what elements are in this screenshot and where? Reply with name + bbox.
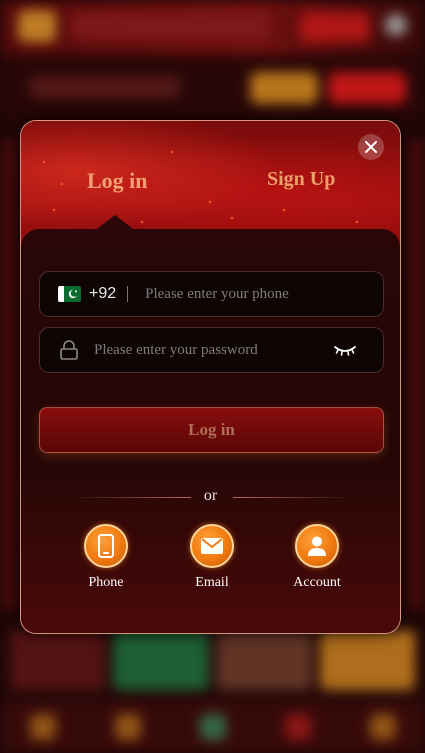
phone-input[interactable] [145,285,366,303]
or-text: or [203,487,218,504]
active-tab-indicator [97,215,133,229]
close-icon [365,141,377,153]
field-divider [127,286,129,302]
login-with-email-button[interactable]: Email [172,524,252,591]
background-side-right [407,140,425,610]
background-side-left [0,140,18,610]
country-code[interactable]: +92 [89,285,116,303]
user-icon [308,536,326,556]
password-field [39,327,384,373]
background-top-banner [0,0,425,55]
background-header [0,60,425,115]
login-method-label: Phone [88,575,124,590]
login-with-account-button[interactable]: Account [277,524,357,591]
background-game-tiles [10,630,415,690]
close-button[interactable] [358,134,384,160]
login-method-label: Email [195,575,229,590]
pakistan-flag-icon[interactable] [58,286,81,302]
password-input[interactable] [94,341,314,359]
tab-login[interactable]: Log in [87,168,148,194]
background-bottom-nav [0,700,425,753]
lock-icon [60,340,78,360]
tab-signup[interactable]: Sign Up [267,168,335,191]
login-submit-button[interactable]: Log in [39,407,384,453]
login-with-phone-button[interactable]: Phone [66,524,146,591]
login-modal: Log in Sign Up +92 Please enter your pho… [20,120,401,634]
login-method-label: Account [293,575,341,590]
phone-icon [98,534,114,558]
phone-field: +92 [39,271,384,317]
eye-closed-icon[interactable] [333,342,357,358]
email-icon [201,538,223,554]
or-divider: or [21,487,400,507]
